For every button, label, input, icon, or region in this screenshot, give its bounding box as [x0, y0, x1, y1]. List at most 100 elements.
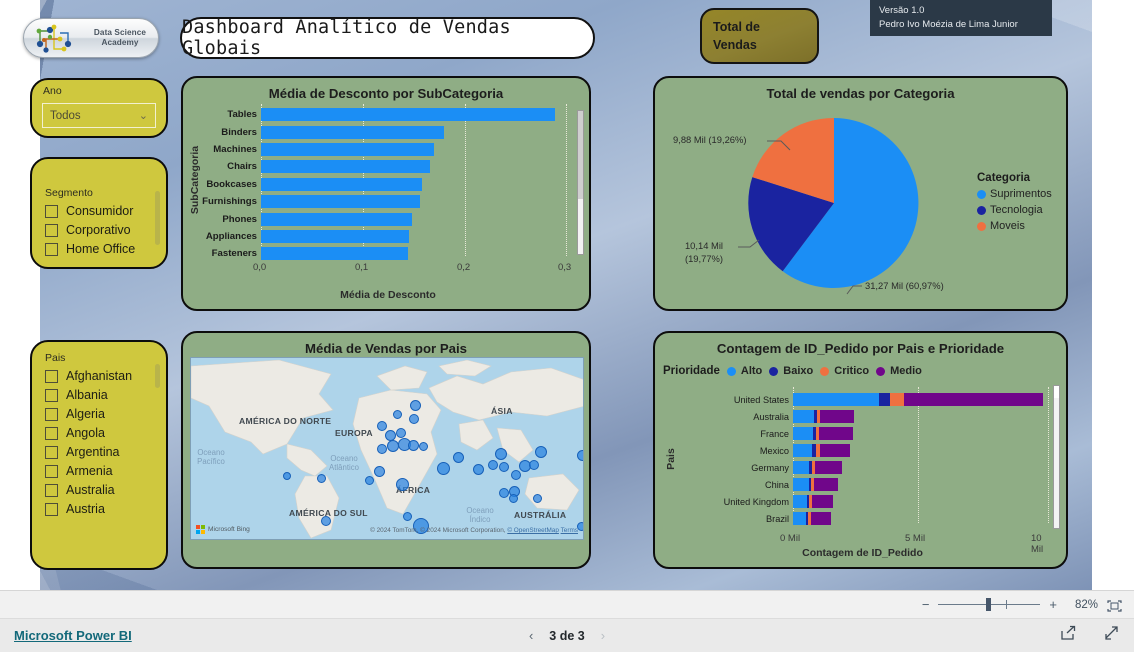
- pais-scrollbar[interactable]: [155, 364, 160, 388]
- stacked-segments[interactable]: [793, 461, 842, 474]
- segmento-option-corporativo[interactable]: Corporativo: [45, 223, 166, 237]
- map-bubble[interactable]: [283, 472, 291, 480]
- legend-item-moveis[interactable]: Moveis: [977, 220, 1052, 232]
- segmento-scrollbar[interactable]: [155, 191, 160, 245]
- stacked-segments[interactable]: [793, 427, 853, 440]
- previous-page-button[interactable]: ‹: [529, 628, 533, 643]
- fullscreen-icon[interactable]: [1103, 625, 1120, 646]
- bar-value[interactable]: [261, 108, 555, 122]
- legend-item-critico[interactable]: Critico: [820, 365, 869, 377]
- slicer-ano[interactable]: Ano Todos ⌄: [30, 78, 168, 138]
- bar-value[interactable]: [261, 212, 412, 226]
- map-bubble[interactable]: [577, 450, 583, 461]
- legend-item-tecnologia[interactable]: Tecnologia: [977, 204, 1052, 216]
- map-bubble[interactable]: [396, 478, 409, 491]
- stacked-segments[interactable]: [793, 512, 831, 525]
- total-vendas-button[interactable]: Total de Vendas: [700, 8, 819, 64]
- chart4-scrollbar[interactable]: [1053, 385, 1060, 529]
- zoom-in-button[interactable]: +: [1049, 598, 1057, 611]
- map-bubble[interactable]: [437, 462, 450, 475]
- pais-option-5[interactable]: Armenia: [45, 464, 166, 478]
- pais-option-6[interactable]: Australia: [45, 483, 166, 497]
- map-bubble[interactable]: [409, 414, 419, 424]
- map-bubble[interactable]: [473, 464, 484, 475]
- map-bubble[interactable]: [317, 474, 326, 483]
- map-bubble[interactable]: [453, 452, 464, 463]
- bar-value[interactable]: [261, 247, 408, 261]
- zoom-slider[interactable]: [938, 598, 1041, 611]
- map-bubble[interactable]: [377, 444, 387, 454]
- checkbox-icon[interactable]: [45, 426, 58, 440]
- map-bubble[interactable]: [393, 410, 402, 419]
- map-bubble[interactable]: [396, 428, 406, 438]
- map-bubble[interactable]: [511, 470, 521, 480]
- zoom-out-button[interactable]: −: [922, 598, 930, 611]
- share-icon[interactable]: [1060, 625, 1077, 646]
- map-bubble[interactable]: [499, 488, 509, 498]
- checkbox-icon[interactable]: [45, 445, 58, 459]
- map-bubble[interactable]: [488, 460, 498, 470]
- openstreetmap-link[interactable]: © OpenStreetMap: [507, 527, 559, 534]
- checkbox-icon[interactable]: [45, 223, 58, 237]
- chart1-scrollbar[interactable]: [577, 110, 584, 255]
- checkbox-icon[interactable]: [45, 407, 58, 421]
- map-bubble[interactable]: [410, 400, 421, 411]
- legend-item-medio[interactable]: Medio: [876, 365, 922, 377]
- checkbox-icon[interactable]: [45, 242, 58, 256]
- bar-value[interactable]: [261, 177, 422, 191]
- pais-option-2[interactable]: Algeria: [45, 407, 166, 421]
- bar-value[interactable]: [261, 125, 444, 139]
- map-bubble[interactable]: [535, 446, 547, 458]
- map-bubble[interactable]: [321, 516, 331, 526]
- stacked-segments[interactable]: [793, 495, 833, 508]
- pais-option-1[interactable]: Albania: [45, 388, 166, 402]
- chart-contagem-pedido-pais-prioridade[interactable]: Contagem de ID_Pedido por Pais e Priorid…: [653, 331, 1068, 569]
- microsoft-power-bi-link[interactable]: Microsoft Power BI: [14, 628, 132, 643]
- stacked-segments[interactable]: [793, 393, 1043, 406]
- checkbox-icon[interactable]: [45, 464, 58, 478]
- checkbox-icon[interactable]: [45, 369, 58, 383]
- checkbox-icon[interactable]: [45, 204, 58, 218]
- map-bubble[interactable]: [408, 440, 419, 451]
- pais-option-3[interactable]: Angola: [45, 426, 166, 440]
- map-bubble[interactable]: [533, 494, 542, 503]
- pais-option-4[interactable]: Argentina: [45, 445, 166, 459]
- fit-to-page-icon[interactable]: [1107, 599, 1122, 612]
- terms-link[interactable]: Terms: [561, 527, 578, 534]
- checkbox-icon[interactable]: [45, 388, 58, 402]
- map-bubble[interactable]: [377, 421, 387, 431]
- checkbox-icon[interactable]: [45, 502, 58, 516]
- map-bubble[interactable]: [499, 462, 509, 472]
- legend-item-alto[interactable]: Alto: [726, 365, 762, 377]
- map-bubble[interactable]: [509, 494, 518, 503]
- map-bubble[interactable]: [374, 466, 385, 477]
- bing-map[interactable]: AMÉRICA DO NORTE EUROPA ÁSIA ÁFRICA AMÉR…: [190, 357, 584, 540]
- segmento-option-home-office[interactable]: Home Office: [45, 242, 166, 256]
- bar-value[interactable]: [261, 142, 434, 156]
- map-bubble[interactable]: [419, 442, 428, 451]
- bar-value[interactable]: [261, 229, 409, 243]
- bar-value[interactable]: [261, 195, 420, 209]
- segmento-option-consumidor[interactable]: Consumidor: [45, 204, 166, 218]
- next-page-button[interactable]: ›: [601, 628, 605, 643]
- slicer-segmento[interactable]: Segmento Consumidor Corporativo Home Off…: [30, 157, 168, 269]
- chart-total-vendas-categoria[interactable]: Total de vendas por Categoria 9,88 Mil (…: [653, 76, 1068, 311]
- map-bubble[interactable]: [495, 448, 507, 460]
- map-bubble[interactable]: [577, 522, 583, 531]
- legend-item-baixo[interactable]: Baixo: [769, 365, 813, 377]
- ano-dropdown[interactable]: Todos ⌄: [42, 103, 156, 128]
- chart-media-desconto-subcategoria[interactable]: Média de Desconto por SubCategoria SubCa…: [181, 76, 591, 311]
- stacked-segments[interactable]: [793, 478, 838, 491]
- map-bubble[interactable]: [403, 512, 412, 521]
- checkbox-icon[interactable]: [45, 483, 58, 497]
- map-bubble[interactable]: [529, 460, 539, 470]
- stacked-segments[interactable]: [793, 410, 854, 423]
- chart-media-vendas-pais-map[interactable]: Média de Vendas por Pais AMÉRICA DO NORT…: [181, 331, 591, 569]
- map-bubble[interactable]: [365, 476, 374, 485]
- bar-value[interactable]: [261, 160, 430, 174]
- pais-option-7[interactable]: Austria: [45, 502, 166, 516]
- stacked-segments[interactable]: [793, 444, 850, 457]
- zoom-slider-thumb[interactable]: [986, 598, 992, 611]
- pais-option-0[interactable]: Afghanistan: [45, 369, 166, 383]
- legend-item-suprimentos[interactable]: Suprimentos: [977, 188, 1052, 200]
